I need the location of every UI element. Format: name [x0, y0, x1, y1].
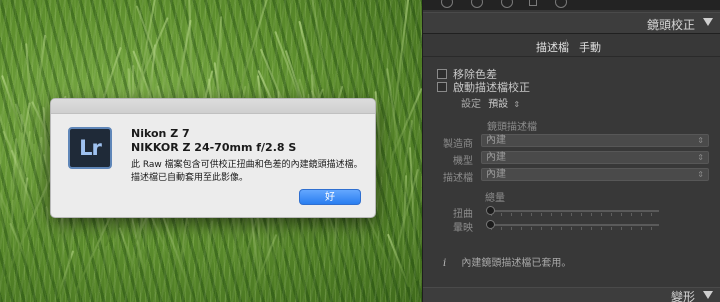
make-field-row: 製造商 內建 ⇕: [437, 134, 713, 150]
tab-divider: [566, 39, 567, 53]
enable-profile-checkbox[interactable]: [437, 82, 447, 92]
grass-blade: [0, 130, 3, 190]
tab-manual[interactable]: 手動: [579, 39, 601, 55]
amount-title: 總量: [485, 193, 505, 204]
lens-correction-header[interactable]: 鏡頭校正: [423, 12, 720, 34]
vignetting-slider-row: 暈映: [437, 219, 713, 234]
distortion-ticks: [491, 213, 659, 216]
lens-profile-dialog: Lr Nikon Z 7 NIKKOR Z 24-70mm f/2.8 S 此 …: [50, 98, 376, 218]
transform-collapse-icon[interactable]: [703, 291, 713, 299]
model-label: 機型: [453, 156, 473, 167]
grass-blade: [389, 0, 411, 148]
enable-profile-label: 啟動描述檔校正: [453, 81, 530, 94]
transform-header[interactable]: 變形: [423, 287, 720, 302]
tab-bar: 描述檔 手動: [423, 35, 720, 57]
radial-filter-icon[interactable]: [555, 0, 567, 8]
make-select[interactable]: 內建 ⇕: [481, 134, 709, 147]
dialog-titlebar[interactable]: [51, 99, 375, 114]
distortion-track[interactable]: [491, 210, 659, 212]
toolstrip: [423, 0, 720, 10]
section-title: 鏡頭校正: [646, 18, 695, 32]
profile-field-row: 描述檔 內建 ⇕: [437, 168, 713, 184]
collapse-triangle-icon[interactable]: [703, 18, 713, 26]
model-select[interactable]: 內建 ⇕: [481, 151, 709, 164]
setup-value[interactable]: 預設: [488, 99, 508, 110]
distortion-label: 扭曲: [453, 209, 473, 220]
grass-blade: [39, 136, 43, 196]
grass-blade: [409, 146, 419, 282]
vignetting-knob[interactable]: [486, 220, 495, 229]
distortion-slider-row: 扭曲: [437, 205, 713, 220]
dialog-message: 此 Raw 檔案包含可供校正扭曲和色差的內建鏡頭描述檔。 描述檔已自動套用至此影…: [131, 160, 363, 183]
tab-profile[interactable]: 描述檔: [536, 39, 569, 55]
vignetting-label: 暈映: [453, 223, 473, 234]
lightroom-logo-icon: Lr: [68, 127, 112, 169]
transform-title: 變形: [670, 290, 695, 302]
profile-dropdown-icon: ⇕: [697, 170, 704, 179]
make-label: 製造商: [443, 139, 473, 150]
model-value: 內建: [486, 152, 506, 163]
lens-profile-group-title: 鏡頭描述檔: [487, 122, 537, 133]
grass-blade: [149, 213, 172, 263]
spot-removal-icon[interactable]: [471, 0, 483, 8]
enable-profile-row[interactable]: 啟動描述檔校正: [437, 80, 530, 94]
model-dropdown-icon: ⇕: [697, 153, 704, 162]
panel-content: 移除色差 啟動描述檔校正 設定 預設 ⇕ 鏡頭描述檔 製造商 內建 ⇕ 機型 內建…: [423, 58, 720, 288]
vignetting-track[interactable]: [491, 224, 659, 226]
graduated-filter-icon[interactable]: [529, 0, 537, 6]
setup-label: 設定: [461, 99, 481, 110]
lens-model: NIKKOR Z 24-70mm f/2.8 S: [131, 141, 297, 154]
info-row: i 內建鏡頭描述檔已套用。: [443, 254, 571, 269]
setup-row[interactable]: 設定 預設 ⇕: [461, 95, 520, 110]
make-value: 內建: [486, 135, 506, 146]
info-text: 內建鏡頭描述檔已套用。: [461, 258, 572, 269]
vignetting-ticks: [491, 227, 659, 230]
red-eye-icon[interactable]: [501, 0, 513, 8]
camera-model: Nikon Z 7: [131, 127, 190, 140]
info-icon: i: [443, 258, 447, 269]
grass-blade: [202, 220, 214, 291]
model-field-row: 機型 內建 ⇕: [437, 151, 713, 167]
setup-dropdown-icon[interactable]: ⇕: [513, 100, 520, 109]
profile-label: 描述檔: [443, 173, 473, 184]
make-dropdown-icon: ⇕: [697, 136, 704, 145]
remove-ca-checkbox[interactable]: [437, 69, 447, 79]
profile-select[interactable]: 內建 ⇕: [481, 168, 709, 181]
ok-button[interactable]: 好: [299, 189, 361, 205]
lens-correction-panel: 鏡頭校正 描述檔 手動 移除色差 啟動描述檔校正 設定 預設 ⇕ 鏡頭描述檔 製…: [422, 0, 720, 302]
distortion-knob[interactable]: [486, 206, 495, 215]
crop-tool-icon[interactable]: [441, 0, 453, 8]
profile-value: 內建: [486, 169, 506, 180]
